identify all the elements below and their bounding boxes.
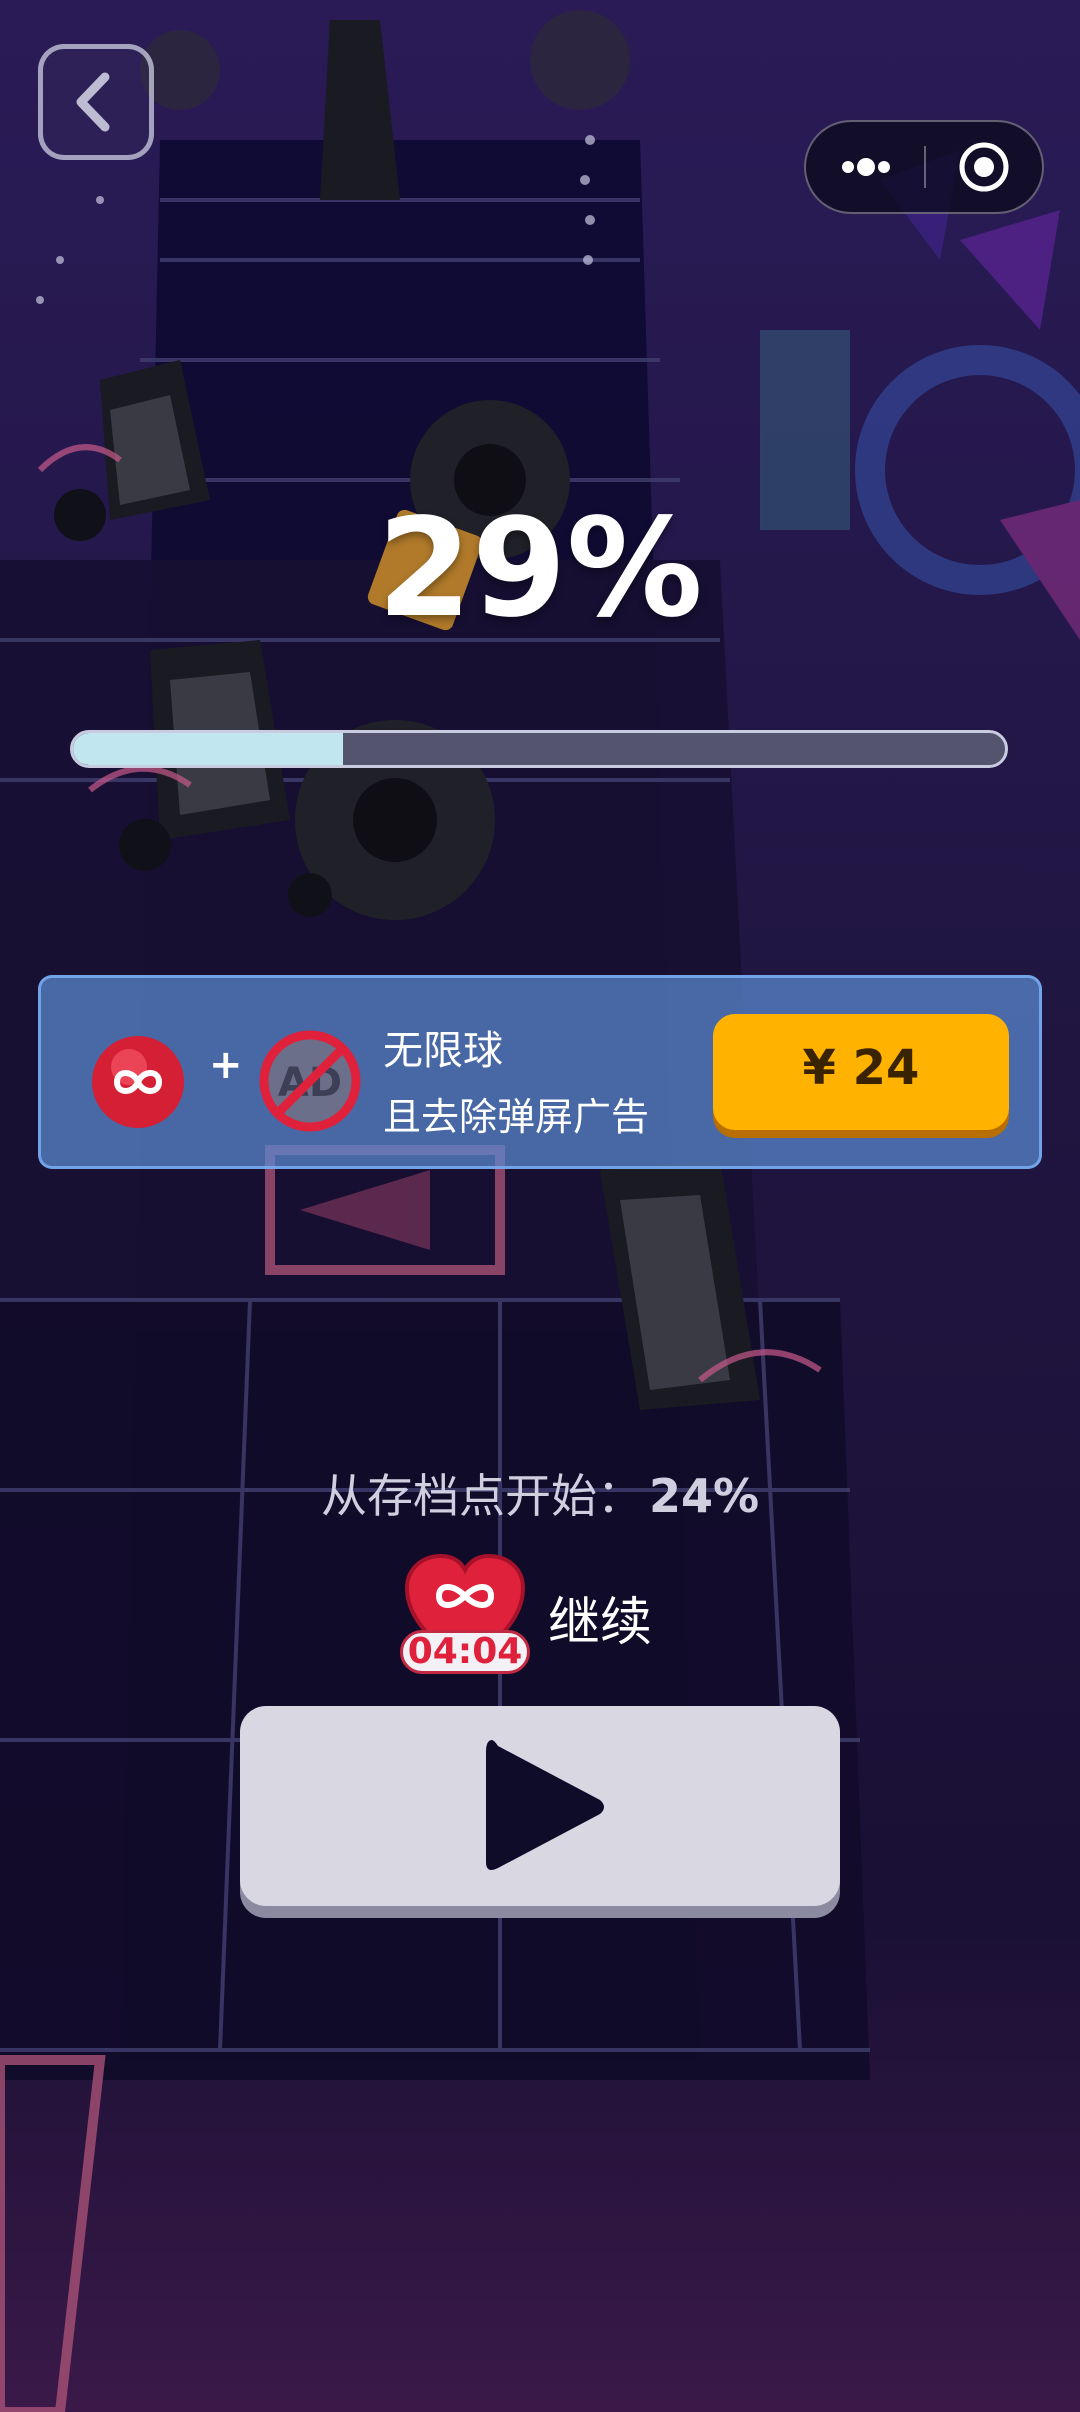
offer-title: 无限球 bbox=[383, 1028, 503, 1074]
play-button[interactable] bbox=[240, 1706, 840, 1906]
progress-bar bbox=[70, 730, 1008, 768]
countdown-timer: 04:04 bbox=[400, 1630, 530, 1674]
target-circle-icon[interactable] bbox=[926, 122, 1042, 212]
menu-capsule bbox=[804, 120, 1044, 214]
price-label: ¥ 24 bbox=[802, 1040, 920, 1096]
checkpoint-text: 从存档点开始： 24% bbox=[0, 1460, 1080, 1526]
infinity-ball-icon bbox=[92, 1036, 184, 1128]
checkpoint-value: 24% bbox=[648, 1469, 760, 1523]
offer-banner: + AD 无限球 且去除弹屏广告 ¥ 24 bbox=[38, 975, 1042, 1169]
continue-label[interactable]: 继续 bbox=[548, 1580, 652, 1655]
no-ad-icon: AD bbox=[259, 1030, 361, 1132]
progress-fill bbox=[73, 733, 344, 765]
progress-percent: 29% bbox=[377, 490, 703, 648]
more-dots-icon[interactable] bbox=[806, 122, 924, 212]
offer-subtitle: 且去除弹屏广告 bbox=[383, 1095, 650, 1139]
back-button[interactable] bbox=[38, 44, 154, 160]
game-scene bbox=[0, 0, 1080, 2412]
play-triangle-icon bbox=[486, 1740, 604, 1870]
chevron-left-icon bbox=[76, 72, 110, 132]
buy-price-button[interactable]: ¥ 24 bbox=[713, 1014, 1009, 1130]
plus-sign: + bbox=[209, 1042, 243, 1088]
checkpoint-label: 从存档点开始： bbox=[320, 1469, 643, 1523]
